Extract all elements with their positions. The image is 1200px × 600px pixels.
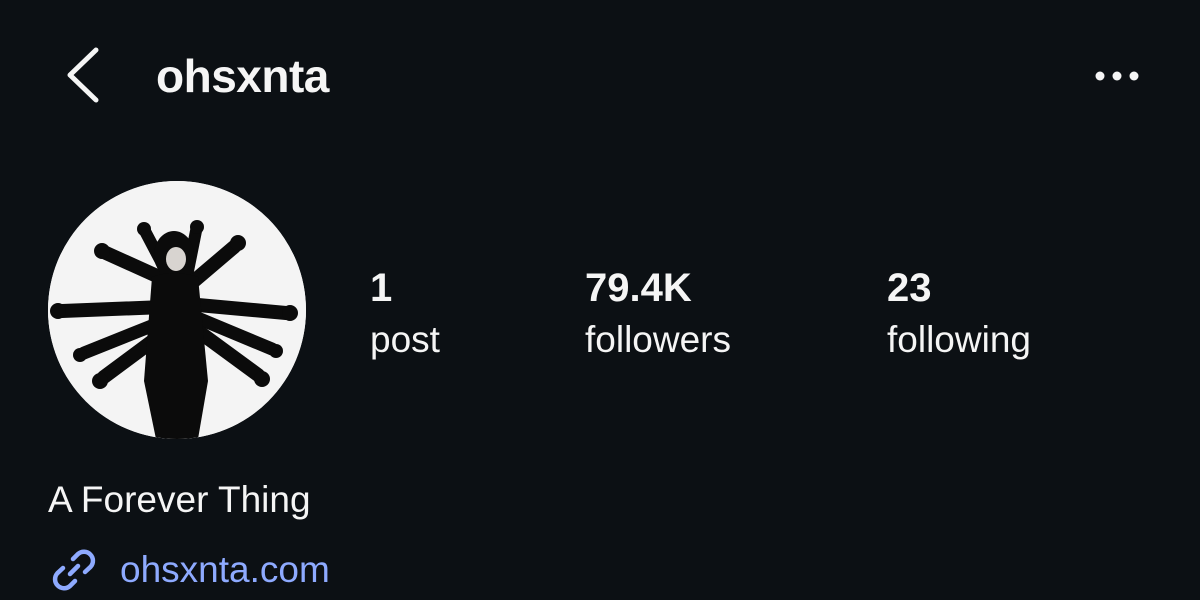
profile-username: ohsxnta	[156, 50, 329, 102]
posts-label: post	[370, 319, 440, 360]
following-label: following	[887, 319, 1031, 360]
profile-avatar[interactable]	[48, 181, 306, 439]
followers-label: followers	[585, 319, 731, 360]
followers-stat[interactable]: 79.4K followers	[585, 262, 731, 366]
link-icon	[48, 544, 100, 596]
profile-bio: A Forever Thing	[48, 479, 311, 520]
following-count: 23	[887, 266, 932, 310]
posts-stat: 1 post	[370, 262, 440, 366]
posts-count: 1	[370, 266, 393, 310]
back-button[interactable]	[56, 40, 116, 110]
more-horizontal-icon	[1095, 71, 1139, 81]
website-link[interactable]: ohsxnta.com	[48, 542, 330, 598]
following-stat[interactable]: 23 following	[887, 262, 1031, 366]
website-link-text: ohsxnta.com	[120, 549, 330, 590]
chevron-left-icon	[67, 47, 99, 103]
followers-count: 79.4K	[585, 266, 692, 310]
profile-photo-image	[48, 181, 306, 439]
more-options-button[interactable]	[1084, 56, 1150, 96]
